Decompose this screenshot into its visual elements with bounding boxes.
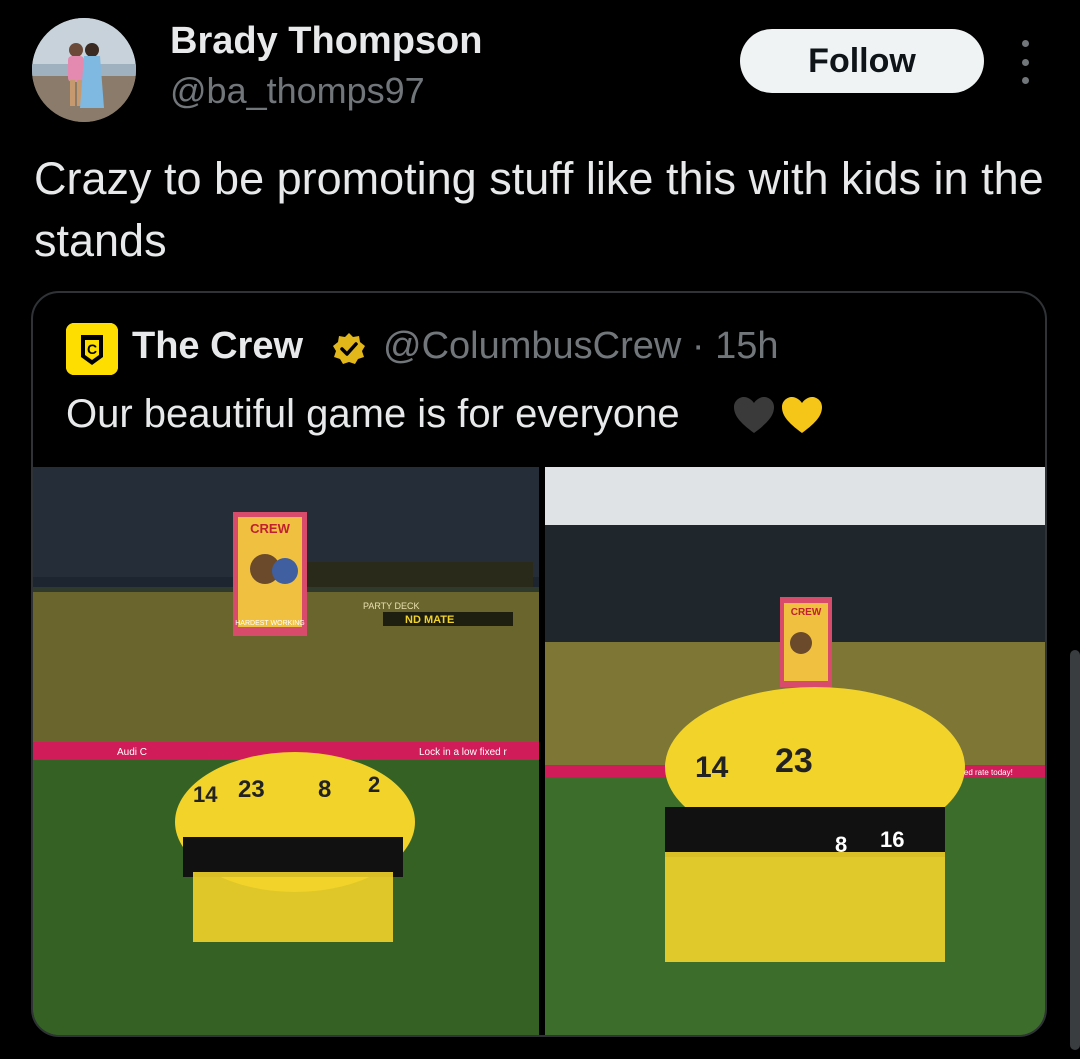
quoted-author-name[interactable]: The Crew <box>132 325 303 368</box>
tifo-title: CREW <box>250 521 290 536</box>
media-image-left[interactable]: PARTY DECK ND MATE CREW HARDEST WORKING … <box>33 467 539 1035</box>
yellow-heart-icon <box>782 397 822 433</box>
scrollbar[interactable] <box>1070 650 1080 1050</box>
crew-logo-icon[interactable]: C <box>66 323 118 375</box>
svg-text:C: C <box>87 341 97 357</box>
verified-badge-icon <box>333 333 365 364</box>
follow-button[interactable]: Follow <box>740 29 984 93</box>
jersey-number-1: 23 <box>238 776 265 803</box>
jersey-number-4: 2 <box>368 772 380 797</box>
jersey-number-r1: 23 <box>775 742 813 780</box>
stand-sign: ND MATE <box>405 614 454 626</box>
jersey-number-2: 8 <box>318 776 331 803</box>
ad-board-2: Lock in a low fixed r <box>419 747 507 758</box>
jersey-number-r3: 8 <box>835 832 847 857</box>
jersey-number-3: 14 <box>193 782 218 807</box>
quoted-text: Our beautiful game is for everyone <box>66 392 680 436</box>
more-icon[interactable] <box>1010 40 1040 84</box>
party-deck-sign: PARTY DECK <box>363 601 420 611</box>
author-avatar[interactable] <box>32 18 136 122</box>
tweet-text: Crazy to be promoting stuff like this wi… <box>34 153 1044 266</box>
jersey-number-r2: 14 <box>695 751 729 784</box>
author-handle[interactable]: @ba_thomps97 <box>170 70 425 112</box>
emoji-group <box>731 393 825 439</box>
quoted-tweet[interactable]: C The Crew @ColumbusCrew · 15h Our beaut… <box>31 291 1047 1037</box>
quoted-handle-time: @ColumbusCrew · 15h <box>383 325 779 367</box>
tifo-sub: HARDEST WORKING <box>235 620 305 627</box>
avatar-photo <box>32 18 136 122</box>
tifo-title-right: CREW <box>791 607 822 618</box>
jersey-number-r4: 16 <box>880 827 904 852</box>
author-name[interactable]: Brady Thompson <box>170 20 482 63</box>
media-image-right[interactable]: CREW a low fixed rate today! 23 14 8 16 <box>545 467 1045 1035</box>
ad-board-1: Audi C <box>117 747 147 758</box>
black-heart-icon <box>734 397 774 433</box>
